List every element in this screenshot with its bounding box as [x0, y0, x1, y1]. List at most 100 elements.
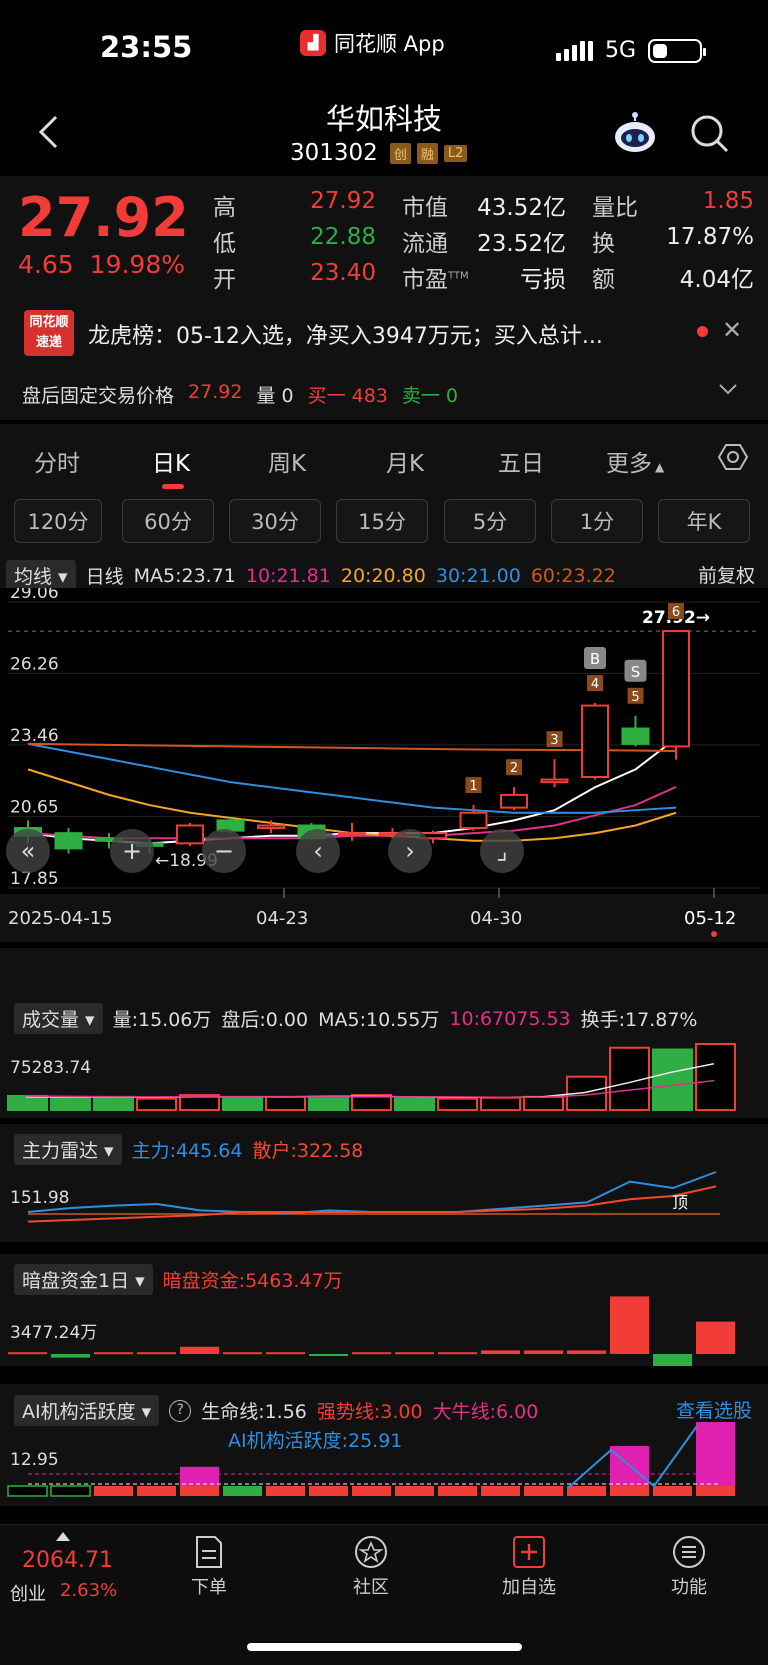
index-info[interactable]: 创业 2.63%	[10, 1580, 117, 1606]
candle	[540, 778, 569, 784]
ai-base-bar	[137, 1486, 176, 1496]
radar-main: 主力:445.64	[131, 1140, 243, 1162]
ma-selector[interactable]: 均线 ▾	[6, 560, 76, 591]
open-label: 开	[213, 267, 236, 293]
period-30m[interactable]: 30分	[229, 499, 321, 543]
ai-base-bar	[610, 1486, 649, 1496]
darkpool-bar	[94, 1352, 133, 1355]
status-app-name: 同花顺 App	[334, 32, 445, 56]
ai-base-bar	[395, 1486, 434, 1496]
zoom-in-icon[interactable]: +	[110, 829, 154, 873]
tab-weekly-k[interactable]: 周K	[268, 444, 306, 478]
ai-chart	[7, 1422, 735, 1497]
darkpool-bar	[653, 1354, 692, 1366]
ma20-label: 20:20.80	[340, 564, 426, 587]
nav-functions[interactable]: 功能	[644, 1535, 734, 1599]
svg-text:−: −	[214, 837, 234, 865]
ai-base-bar	[653, 1486, 692, 1496]
darkpool-bar	[481, 1350, 520, 1354]
ai-base-bar	[7, 1485, 48, 1497]
ai-activity-bar	[180, 1466, 219, 1486]
period-120m[interactable]: 120分	[14, 499, 102, 543]
tab-five-day[interactable]: 五日	[498, 444, 544, 478]
signal-marker-text: 4	[591, 677, 599, 692]
robot-assistant-icon[interactable]	[612, 112, 658, 154]
chevron-left-icon[interactable]: ‹	[296, 829, 340, 873]
darkpool-chart	[8, 1296, 735, 1366]
volume-tick: 75283.74	[10, 1058, 92, 1078]
mcap-label: 市值	[402, 195, 448, 221]
signal-marker-text: 2	[510, 761, 518, 776]
index-value[interactable]: 2064.71	[22, 1548, 113, 1573]
candle	[216, 819, 245, 832]
after-hours-row[interactable]: 盘后固定交易价格 27.92 量 0 买一 483 卖一 0	[22, 381, 458, 408]
nav-order[interactable]: 下单	[164, 1535, 254, 1599]
signal-badge-text: B	[590, 650, 600, 668]
help-icon[interactable]: ?	[169, 1399, 192, 1422]
volume-bar	[394, 1096, 435, 1111]
ma-legend: 均线 ▾ 日线 MA5:23.71 10:21.81 20:20.80 30:2…	[6, 560, 616, 591]
candle	[621, 727, 650, 745]
signal-marker-text: 3	[550, 733, 558, 748]
nav-add-watchlist[interactable]: 加自选	[484, 1535, 574, 1599]
signal-badge-text: S	[631, 663, 641, 681]
amount-value: 4.04亿	[679, 267, 754, 293]
adjust-mode[interactable]: 前复权	[698, 561, 755, 588]
candle	[257, 824, 285, 830]
battery-icon	[648, 38, 706, 63]
volume-bar	[50, 1095, 91, 1112]
period-15m[interactable]: 15分	[336, 499, 428, 543]
darkpool-bar	[567, 1350, 606, 1354]
nav-community[interactable]: 社区	[326, 1535, 416, 1599]
chevron-down-icon[interactable]	[718, 382, 738, 396]
tab-intraday[interactable]: 分时	[34, 444, 80, 478]
y-tick-label: 23.46	[10, 726, 59, 746]
volume-bar	[523, 1095, 564, 1112]
period-5m[interactable]: 5分	[444, 499, 536, 543]
y-tick-label: 20.65	[10, 798, 59, 818]
period-year-k[interactable]: 年K	[658, 499, 750, 543]
status-time: 23:55	[100, 30, 193, 64]
svg-text:⌟: ⌟	[496, 837, 507, 865]
high-label: 高	[213, 195, 236, 221]
svg-text:‹: ‹	[313, 837, 323, 865]
community-icon	[355, 1536, 387, 1568]
volume-bar	[652, 1048, 693, 1111]
candle	[338, 832, 366, 837]
period-1m[interactable]: 1分	[551, 499, 643, 543]
ma5-label: MA5:23.71	[133, 564, 236, 587]
today-dot	[711, 931, 717, 937]
add-icon	[513, 1536, 545, 1568]
radar-main-line	[27, 1171, 717, 1215]
news-headline[interactable]: 龙虎榜：05-12入选，净买入3947万元；买入总计...	[88, 318, 678, 350]
signal-marker-text: 6	[672, 605, 680, 620]
after-hours-label: 盘后固定交易价格	[22, 385, 175, 407]
open-value: 23.40	[310, 260, 376, 286]
darkpool-bar	[266, 1352, 305, 1355]
active-tab-indicator	[162, 484, 184, 489]
tab-more[interactable]: 更多 ▲	[606, 444, 664, 478]
darkpool-bar	[610, 1296, 649, 1354]
close-icon[interactable]: ✕	[722, 316, 742, 344]
y-tick-label: 26.26	[10, 654, 59, 674]
chevron-right-icon[interactable]: ›	[388, 829, 432, 873]
search-icon[interactable]	[690, 114, 730, 154]
after-hours-price: 27.92	[188, 381, 243, 403]
zoom-out-icon[interactable]: −	[202, 829, 246, 873]
period-60m[interactable]: 60分	[122, 499, 214, 543]
candlestick-chart[interactable]: 29.0626.2623.4620.6517.8527.92→1234B5S6←…	[0, 588, 768, 948]
low-label: 低	[213, 231, 236, 257]
ai-base-bar	[223, 1486, 262, 1496]
price-change-row: 4.65 19.98%	[18, 250, 185, 279]
view-stock-picks-link[interactable]: 查看选股	[676, 1396, 752, 1423]
ai-base-bar	[50, 1485, 91, 1497]
settings-icon[interactable]	[718, 442, 748, 472]
fullscreen-icon[interactable]: ⌟	[480, 829, 524, 873]
signal-marker-text: 1	[469, 779, 477, 794]
stock-code-row: 301302 创 融 L2	[290, 140, 468, 166]
signal-marker-text: 5	[631, 690, 639, 705]
tab-monthly-k[interactable]: 月K	[386, 444, 424, 478]
double-left-icon[interactable]: «	[6, 829, 50, 873]
ai-base-bar	[94, 1486, 133, 1496]
tab-daily-k[interactable]: 日K	[152, 444, 190, 478]
